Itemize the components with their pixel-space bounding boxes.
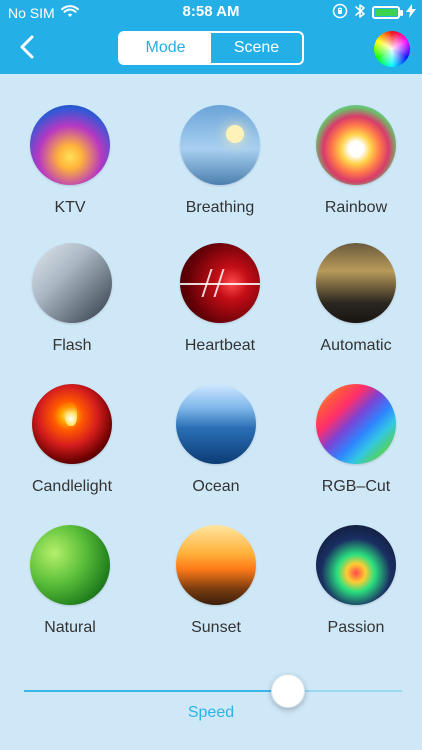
bluetooth-icon — [354, 3, 366, 22]
mode-ktv[interactable]: KTV — [10, 105, 130, 217]
tab-scene[interactable]: Scene — [211, 33, 302, 63]
flash-thumbnail — [32, 243, 112, 323]
status-bar: No SIM 8:58 AM — [0, 0, 422, 24]
mode-automatic[interactable]: Automatic — [296, 243, 416, 355]
breathing-thumbnail — [180, 105, 260, 185]
rainbow-thumbnail — [316, 105, 396, 185]
color-wheel-icon[interactable] — [374, 31, 410, 67]
battery-level — [375, 9, 397, 16]
mode-ocean[interactable]: Ocean — [156, 384, 276, 496]
mode-label: Heartbeat — [184, 337, 256, 354]
mode-label: Natural — [44, 619, 96, 636]
top-bar: No SIM 8:58 AM Mode Scene — [0, 0, 422, 74]
speed-slider-fill — [24, 690, 289, 692]
battery-icon — [372, 6, 403, 19]
sunset-thumbnail — [176, 525, 256, 605]
mode-label: RGB–Cut — [321, 478, 391, 495]
speed-label: Speed — [187, 704, 235, 721]
ocean-thumbnail — [176, 384, 256, 464]
status-right — [332, 3, 416, 22]
tab-mode[interactable]: Mode — [120, 33, 211, 63]
speed-slider-thumb[interactable] — [270, 674, 305, 708]
mode-label: KTV — [54, 199, 86, 216]
mode-passion[interactable]: Passion — [296, 525, 416, 637]
mode-label: Flash — [52, 337, 92, 354]
chevron-left-icon — [20, 35, 34, 59]
mode-rgb-cut[interactable]: RGB–Cut — [296, 384, 416, 496]
heartbeat-line-icon — [180, 283, 260, 285]
automatic-thumbnail — [316, 243, 396, 323]
back-button[interactable] — [16, 34, 38, 60]
ktv-thumbnail — [30, 105, 110, 185]
heartbeat-thumbnail — [180, 243, 260, 323]
mode-label: Breathing — [185, 199, 255, 216]
mode-breathing[interactable]: Breathing — [160, 105, 280, 217]
sun-glow-icon — [226, 125, 244, 143]
mode-label: Passion — [327, 619, 385, 636]
mode-natural[interactable]: Natural — [10, 525, 130, 637]
mode-scene-segmented-control: Mode Scene — [118, 31, 304, 65]
natural-thumbnail — [30, 525, 110, 605]
rgb-cut-thumbnail — [316, 384, 396, 464]
mode-label: Sunset — [191, 619, 241, 636]
mode-candlelight[interactable]: Candlelight — [12, 384, 132, 496]
speed-slider[interactable] — [24, 674, 402, 708]
flame-icon — [65, 402, 77, 426]
mode-flash[interactable]: Flash — [12, 243, 132, 355]
charging-bolt-icon — [406, 4, 416, 21]
mode-heartbeat[interactable]: Heartbeat — [160, 243, 280, 355]
mode-label: Rainbow — [324, 199, 388, 216]
passion-thumbnail — [316, 525, 396, 605]
mode-label: Automatic — [320, 337, 392, 354]
candlelight-thumbnail — [32, 384, 112, 464]
mode-rainbow[interactable]: Rainbow — [296, 105, 416, 217]
orientation-lock-icon — [332, 3, 348, 22]
mode-label: Candlelight — [31, 478, 113, 495]
mode-sunset[interactable]: Sunset — [156, 525, 276, 637]
mode-label: Ocean — [192, 478, 240, 495]
